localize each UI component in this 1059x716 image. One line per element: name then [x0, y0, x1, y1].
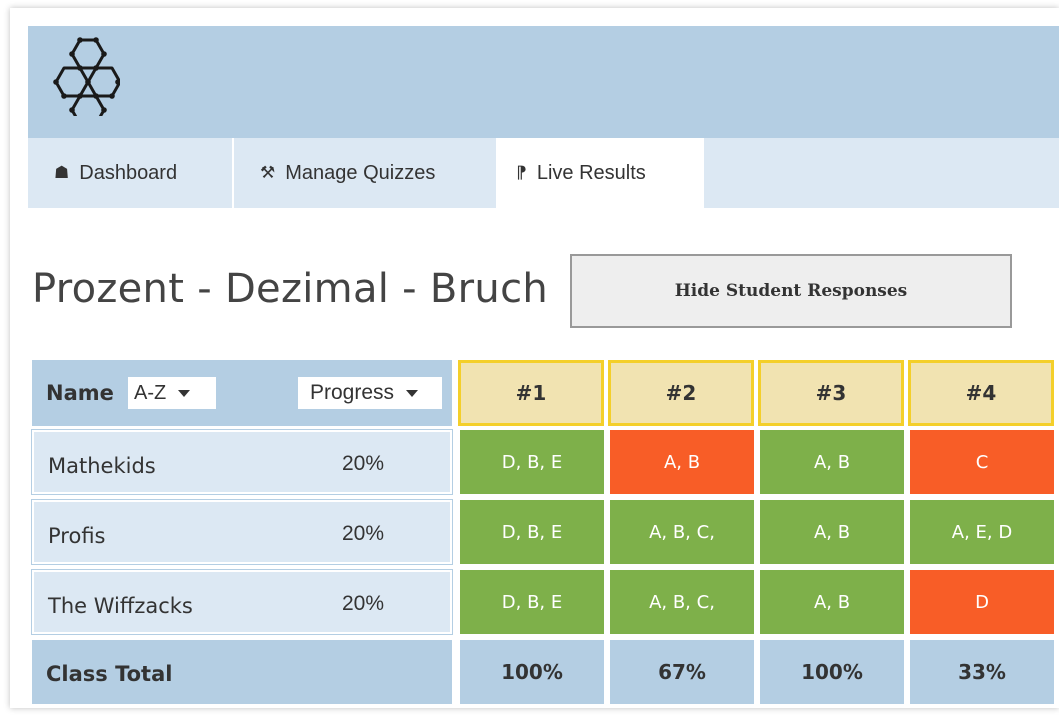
nav-dashboard[interactable]: ☗ Dashboard [28, 138, 234, 208]
class-total-row: Class Total [32, 640, 452, 704]
table-row: Profis 20% [31, 499, 453, 565]
table-row: Mathekids 20% [31, 429, 453, 495]
quiz-title: Prozent - Dezimal - Bruch [32, 266, 549, 312]
chevron-down-icon [178, 389, 191, 397]
class-total-value: 33% [910, 640, 1054, 704]
broadcast-icon: ⁋ [516, 163, 527, 182]
student-name: The Wiffzacks [48, 594, 193, 618]
student-progress: 20% [342, 522, 385, 545]
answer-cell[interactable]: A, B [760, 500, 904, 564]
nav-live-results-label: Live Results [536, 161, 646, 184]
answer-cell[interactable]: A, B, C, [610, 500, 754, 564]
hexagon-logo-icon[interactable] [50, 36, 120, 116]
answer-cell[interactable]: A, B, C, [610, 570, 754, 634]
nav-dashboard-label: Dashboard [79, 161, 178, 184]
home-icon: ☗ [54, 163, 70, 182]
student-name: Mathekids [48, 454, 156, 478]
answer-cell[interactable]: A, E, D [910, 500, 1054, 564]
progress-select-value: Progress [310, 381, 395, 404]
answer-cell[interactable]: D [910, 570, 1054, 634]
answer-cell[interactable]: C [910, 430, 1054, 494]
answer-cell[interactable]: A, B [760, 430, 904, 494]
question-header-1[interactable]: #1 [458, 360, 604, 426]
sort-order-select[interactable]: A-Z [128, 377, 216, 409]
question-header-2[interactable]: #2 [608, 360, 754, 426]
student-progress: 20% [342, 452, 385, 475]
class-total-value: 100% [760, 640, 904, 704]
class-total-label: Class Total [46, 662, 173, 686]
nav-manage-quizzes-label: Manage Quizzes [285, 161, 436, 184]
answer-cell[interactable]: A, B [760, 570, 904, 634]
wrench-icon: ⚒ [260, 163, 276, 182]
main-nav: ☗ Dashboard ⚒ Manage Quizzes ⁋ Live Resu… [28, 138, 1059, 208]
class-total-value: 100% [460, 640, 604, 704]
answer-cell[interactable]: D, B, E [460, 430, 604, 494]
nav-manage-quizzes[interactable]: ⚒ Manage Quizzes [234, 138, 496, 208]
student-progress: 20% [342, 592, 385, 615]
answer-cell[interactable]: D, B, E [460, 570, 604, 634]
answer-cell[interactable]: D, B, E [460, 500, 604, 564]
question-header-3[interactable]: #3 [758, 360, 904, 426]
sort-order-value: A-Z [134, 381, 167, 404]
nav-live-results[interactable]: ⁋ Live Results [496, 138, 704, 208]
student-name: Profis [48, 524, 106, 548]
class-total-value: 67% [610, 640, 754, 704]
answer-cell[interactable]: A, B [610, 430, 754, 494]
hide-student-responses-button[interactable]: Hide Student Responses [570, 254, 1012, 328]
app-window: ☗ Dashboard ⚒ Manage Quizzes ⁋ Live Resu… [10, 8, 1059, 708]
question-header-4[interactable]: #4 [908, 360, 1054, 426]
chevron-down-icon [406, 389, 419, 397]
top-banner [28, 26, 1059, 138]
name-column-header: Name A-Z Progress [32, 360, 452, 426]
name-header-label: Name [46, 381, 114, 405]
table-row: The Wiffzacks 20% [31, 569, 453, 635]
progress-select[interactable]: Progress [298, 377, 442, 409]
